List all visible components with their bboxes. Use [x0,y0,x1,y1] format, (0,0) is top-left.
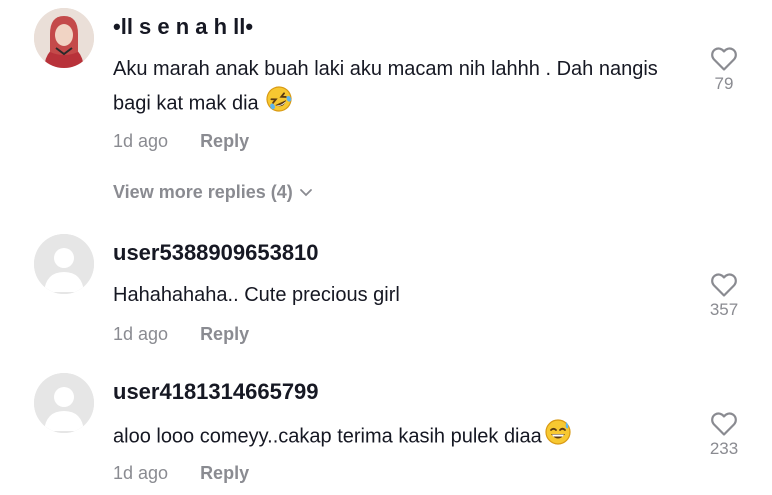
like-button[interactable]: 79 [700,46,748,94]
avatar-photo-icon [34,8,94,68]
chevron-down-icon [299,189,312,197]
comment-text: Aku marah anak buah laki aku macam nih l… [113,53,683,123]
reply-button[interactable]: Reply [200,131,249,151]
avatar[interactable] [34,8,94,68]
comment-username[interactable]: •ll s e n a h ll• [113,14,253,40]
reply-button[interactable]: Reply [200,463,249,483]
rolling-laughing-emoji-icon [265,85,293,123]
default-user-icon [34,234,94,294]
like-button[interactable]: 357 [700,272,748,320]
comment-text-content: aloo looo comeyy..cakap terima kasih pul… [113,425,542,448]
grinning-sweat-emoji-icon [544,418,572,456]
comment-username[interactable]: user5388909653810 [113,240,319,266]
avatar[interactable] [34,234,94,294]
like-count: 357 [709,300,739,319]
comment-username[interactable]: user4181314665799 [113,379,319,405]
avatar[interactable] [34,373,94,433]
like-count: 79 [714,74,734,93]
heart-icon [711,47,737,71]
heart-icon [711,412,737,436]
like-button[interactable]: 233 [700,411,748,459]
comment-time: 1d ago [113,463,169,483]
comment-meta: 1d ago Reply [113,463,249,484]
comment-meta: 1d ago Reply [113,131,249,152]
comment-meta: 1d ago Reply [113,324,249,345]
comment-time: 1d ago [113,131,169,151]
view-more-replies-label: View more replies (4) [113,182,293,202]
heart-icon [711,273,737,297]
like-count: 233 [709,439,739,458]
comment-text: aloo looo comeyy..cakap terima kasih pul… [113,418,683,456]
default-user-icon [34,373,94,433]
view-more-replies-button[interactable]: View more replies (4) [113,182,313,203]
comment-text: Hahahahaha.. Cute precious girl [113,284,400,306]
comment-text-content: Aku marah anak buah laki aku macam nih l… [113,58,658,115]
reply-button[interactable]: Reply [200,324,249,344]
comment-time: 1d ago [113,324,169,344]
